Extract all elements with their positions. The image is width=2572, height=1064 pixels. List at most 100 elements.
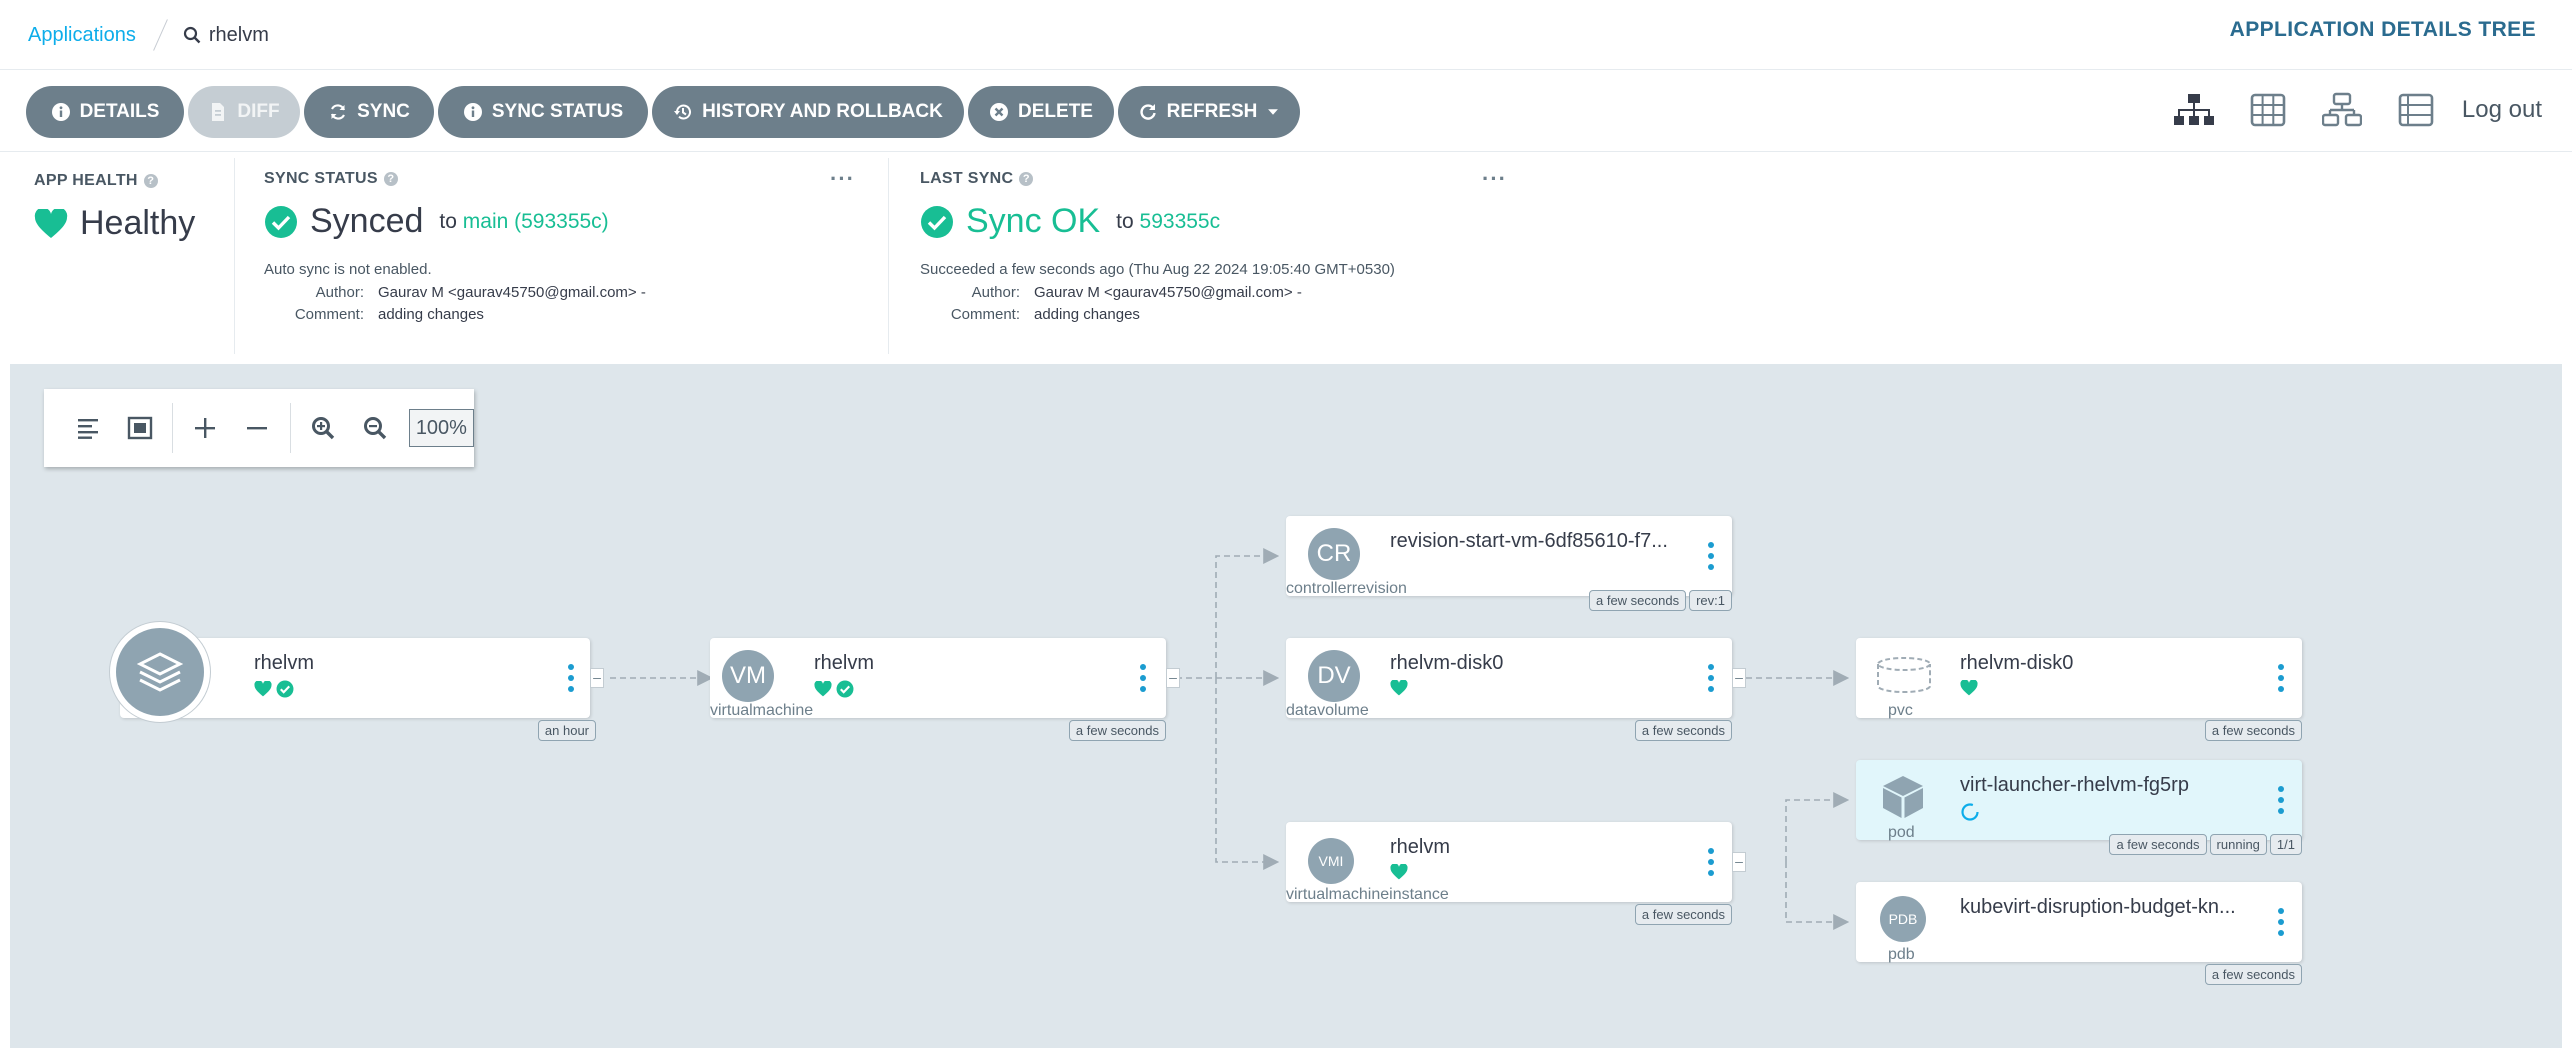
auto-sync-note: Auto sync is not enabled. [264, 261, 432, 278]
heart-icon [34, 208, 68, 238]
delete-label: DELETE [1018, 101, 1093, 122]
refresh-button[interactable]: REFRESH [1118, 86, 1300, 138]
disk-icon [1876, 656, 1932, 701]
view-switcher: Log out [2173, 90, 2542, 130]
age-tag: a few seconds [1634, 720, 1732, 741]
node-tags: a few seconds [1068, 720, 1166, 741]
history-label: HISTORY AND ROLLBACK [702, 101, 943, 122]
node-menu-kebab[interactable] [568, 664, 576, 692]
info-icon [463, 103, 482, 121]
edge-vm-vmi [1215, 678, 1280, 870]
collapse-toggle[interactable]: – [1732, 668, 1746, 688]
list-view-icon[interactable] [2396, 90, 2436, 130]
sync-status-label: SYNC STATUS ? [264, 170, 864, 188]
app-health-section: APP HEALTH ? Healthy [34, 152, 234, 364]
comment-value: adding changes [378, 306, 484, 323]
vmi-node[interactable]: VMI rhelvm virtualmachineinstance a few … [1286, 822, 1732, 925]
breadcrumb: Applications rhelvm [28, 18, 269, 52]
pod-node[interactable]: virt-launcher-rhelvm-fg5rp pod a few sec… [1856, 760, 2302, 855]
node-tags: a few seconds [1634, 904, 1732, 925]
sync-status-more-menu[interactable]: ··· [830, 166, 855, 192]
collapse-toggle[interactable]: – [1732, 852, 1746, 872]
heart-icon [1960, 680, 1978, 696]
last-sync-note: Succeeded a few seconds ago (Thu Aug 22 … [920, 261, 1395, 278]
last-sync-revision[interactable]: 593355c [1140, 210, 1221, 233]
expand-plus-icon[interactable] [179, 403, 231, 453]
node-name: virt-launcher-rhelvm-fg5rp [1960, 774, 2189, 796]
revision-tag: rev:1 [1689, 590, 1732, 611]
collapse-minus-icon[interactable] [231, 403, 283, 453]
sync-status-button[interactable]: SYNC STATUS [438, 86, 648, 138]
diff-button[interactable]: DIFF [188, 86, 300, 138]
app-health-text: Healthy [80, 204, 196, 242]
sync-button[interactable]: SYNC [304, 86, 434, 138]
node-menu-kebab[interactable] [1708, 664, 1716, 692]
heart-icon [1390, 680, 1408, 696]
help-icon[interactable]: ? [383, 172, 398, 186]
fit-to-screen-icon[interactable] [114, 403, 166, 453]
check-circle-icon [921, 205, 953, 238]
sync-status-value[interactable]: Synced to main (593355c) [264, 202, 864, 241]
vm-node[interactable]: VM rhelvm virtualmachine a few seconds [710, 638, 1166, 741]
help-icon[interactable]: ? [1019, 172, 1034, 186]
node-status [254, 680, 294, 698]
node-name: rhelvm-disk0 [1390, 652, 1504, 674]
delete-button[interactable]: DELETE [968, 86, 1114, 138]
node-kind: pdb [1888, 946, 1915, 963]
last-sync-more-menu[interactable]: ··· [1482, 166, 1507, 192]
cube-icon [1880, 774, 1926, 825]
breadcrumb-applications-link[interactable]: Applications [28, 24, 136, 47]
node-menu-kebab[interactable] [1140, 664, 1148, 692]
author-label: Author: [315, 284, 364, 301]
history-rollback-button[interactable]: HISTORY AND ROLLBACK [652, 86, 964, 138]
pvc-node[interactable]: rhelvm-disk0 pvc a few seconds [1856, 638, 2302, 741]
pdb-node[interactable]: PDB kubevirt-disruption-budget-kn... pdb… [1856, 882, 2302, 985]
author-value: Gaurav M <gaurav45750@gmail.com> - [378, 284, 646, 301]
zoom-in-icon[interactable] [297, 403, 349, 453]
sync-status-label-text: SYNC STATUS [264, 170, 378, 187]
sync-target-revision[interactable]: main (593355c) [463, 210, 609, 233]
node-tags: a few seconds [2204, 720, 2302, 741]
collapse-toggle[interactable]: – [590, 668, 604, 688]
node-menu-kebab[interactable] [2278, 908, 2286, 936]
status-panel: APP HEALTH ? Healthy SYNC STATUS ? Synce… [0, 152, 2572, 364]
refresh-icon [1139, 104, 1156, 120]
node-tags: a few seconds [1634, 720, 1732, 741]
node-name: rhelvm-disk0 [1960, 652, 2074, 674]
divider [234, 158, 235, 354]
align-left-icon[interactable] [62, 403, 114, 453]
last-sync-label-text: LAST SYNC [920, 170, 1014, 187]
edge-vm-cr [1215, 548, 1280, 678]
details-button[interactable]: DETAILS [26, 86, 184, 138]
last-sync-value[interactable]: Sync OK to 593355c [920, 202, 1520, 241]
node-name: revision-start-vm-6df85610-f7... [1390, 530, 1668, 552]
search-icon [183, 26, 201, 44]
cr-kind-icon: CR [1308, 528, 1360, 580]
node-menu-kebab[interactable] [2278, 786, 2286, 814]
network-view-icon[interactable] [2321, 90, 2362, 130]
collapse-toggle[interactable]: – [1166, 668, 1180, 688]
node-tags: a few seconds rev:1 [1588, 590, 1732, 611]
node-menu-kebab[interactable] [1708, 542, 1716, 570]
zoom-out-icon[interactable] [349, 403, 401, 453]
help-icon[interactable]: ? [143, 174, 158, 188]
tree-view-icon[interactable] [2173, 90, 2214, 130]
logout-link[interactable]: Log out [2462, 96, 2542, 124]
node-menu-kebab[interactable] [2278, 664, 2286, 692]
node-kind: pod [1888, 824, 1915, 841]
resource-tree-canvas[interactable]: 100% rhelvm an hour – VM rhelvm virtualm… [10, 364, 2562, 1048]
app-health-label-text: APP HEALTH [34, 172, 138, 189]
sync-status-section: SYNC STATUS ? Synced to main (593355c) A… [264, 152, 864, 364]
breadcrumb-current[interactable]: rhelvm [183, 24, 269, 47]
controllerrevision-node[interactable]: CR revision-start-vm-6df85610-f7... cont… [1286, 516, 1732, 611]
age-tag: a few seconds [2204, 964, 2302, 985]
check-circle-icon [265, 205, 297, 238]
node-name: rhelvm [254, 652, 315, 674]
file-icon [212, 103, 225, 121]
grid-view-icon[interactable] [2248, 90, 2288, 130]
datavolume-node[interactable]: DV rhelvm-disk0 datavolume a few seconds [1286, 638, 1732, 741]
diff-label: DIFF [237, 101, 280, 122]
app-health-value[interactable]: Healthy [34, 204, 234, 243]
zoom-toolbar: 100% [44, 389, 474, 467]
node-menu-kebab[interactable] [1708, 848, 1716, 876]
